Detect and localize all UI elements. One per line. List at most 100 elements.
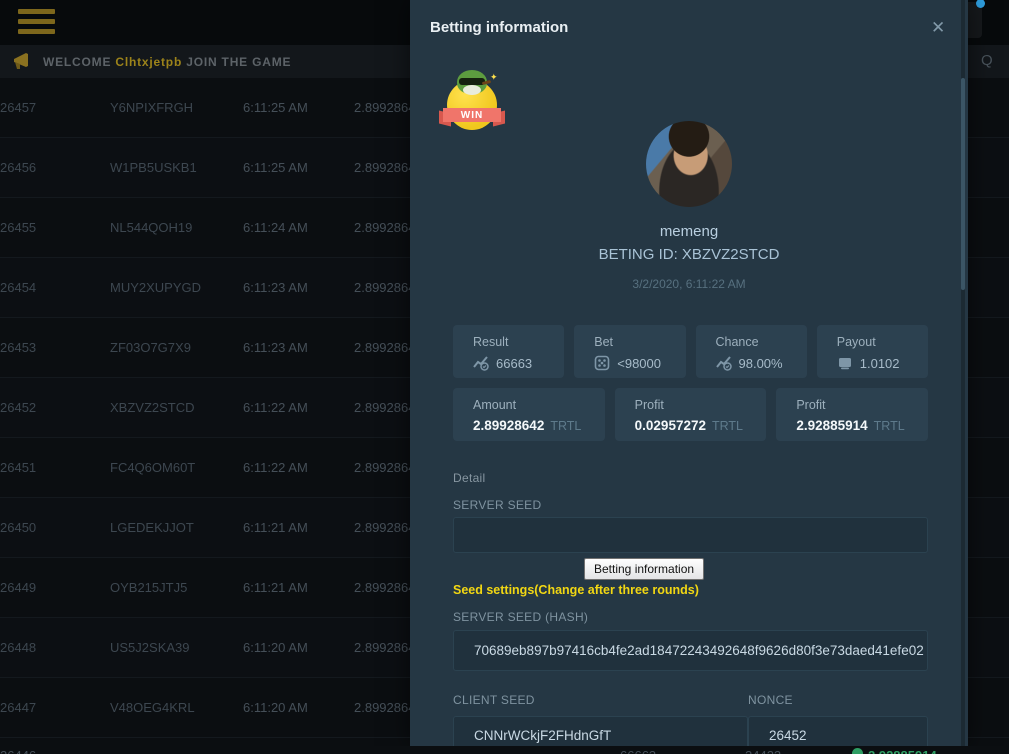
nonce-label: NONCE bbox=[748, 693, 793, 707]
bet-id-cell: 26453 bbox=[0, 340, 36, 355]
bet-time-cell: 6:11:23 AM bbox=[243, 280, 308, 295]
server-seed-hash-label: SERVER SEED (HASH) bbox=[453, 610, 588, 624]
stat-payout: Payout 1.0102 bbox=[817, 325, 928, 378]
bet-player-cell: LGEDEKJJOT bbox=[110, 520, 194, 535]
bet-datetime: 3/2/2020, 6:11:22 AM bbox=[410, 277, 968, 291]
betting-id: BETING ID: XBZVZ2STCD bbox=[410, 246, 968, 263]
bet-id-cell: 26447 bbox=[0, 700, 36, 715]
stats-row-2: Amount 2.89928642 TRTL Profit 0.02957272… bbox=[453, 388, 928, 441]
bet-id-cell: 26451 bbox=[0, 460, 36, 475]
client-seed-label: CLIENT SEED bbox=[453, 693, 535, 707]
chart-check-icon bbox=[716, 355, 732, 371]
bet-player-cell: NL544QOH19 bbox=[110, 220, 192, 235]
stat-bet: Bet <98000 bbox=[574, 325, 685, 378]
bet-player-cell: XBZVZ2STCD bbox=[110, 400, 195, 415]
bet-amount-cell: 2.8992864 bbox=[354, 700, 415, 715]
modal-title: Betting information bbox=[430, 19, 568, 36]
server-seed-input[interactable] bbox=[453, 517, 928, 553]
bet-player-cell: W1PB5USKB1 bbox=[110, 160, 197, 175]
stat-value: <98000 bbox=[617, 356, 661, 371]
currency-label: TRTL bbox=[874, 419, 905, 433]
nonce-input[interactable] bbox=[748, 716, 928, 747]
client-seed-input[interactable] bbox=[453, 716, 748, 747]
amount-value: 2.89928642 bbox=[473, 418, 544, 433]
stat-chance: Chance 98.00% bbox=[696, 325, 807, 378]
bet-time-cell: 6:11:20 AM bbox=[243, 700, 308, 715]
partial-profit: 2.92885914 bbox=[868, 748, 937, 754]
bet-player-cell: Y6NPIXFRGH bbox=[110, 100, 193, 115]
username: memeng bbox=[410, 223, 968, 240]
stat-value: 1.0102 bbox=[860, 356, 900, 371]
partial-nonce: 24422 bbox=[745, 748, 781, 754]
dice-icon bbox=[594, 355, 610, 371]
avatar[interactable] bbox=[646, 121, 732, 207]
bet-id-cell: 26455 bbox=[0, 220, 36, 235]
bet-id-cell: 26452 bbox=[0, 400, 36, 415]
hamburger-menu-icon[interactable] bbox=[18, 9, 55, 36]
win-badge: ✦ WIN bbox=[443, 70, 501, 132]
stat-profit-1: Profit 0.02957272 TRTL bbox=[615, 388, 767, 441]
bet-amount-cell: 2.8992864 bbox=[354, 280, 415, 295]
cards-icon bbox=[837, 355, 853, 371]
bet-amount-cell: 2.8992864 bbox=[354, 220, 415, 235]
stat-result: Result 66663 bbox=[453, 325, 564, 378]
stat-label: Payout bbox=[837, 335, 928, 349]
notification-dot bbox=[976, 0, 985, 8]
bet-amount-cell: 2.8992864 bbox=[354, 160, 415, 175]
app-root: WELCOME Clhtxjetpb JOIN THE GAME Q 26457… bbox=[0, 0, 1009, 754]
amount-value: 2.92885914 bbox=[796, 418, 867, 433]
win-label: WIN bbox=[461, 110, 483, 121]
close-icon[interactable]: ✕ bbox=[931, 18, 945, 38]
amount-value: 0.02957272 bbox=[635, 418, 706, 433]
stat-profit-2: Profit 2.92885914 TRTL bbox=[776, 388, 928, 441]
sparkle-icon: ✦ bbox=[490, 72, 498, 83]
bet-time-cell: 6:11:22 AM bbox=[243, 460, 308, 475]
partial-table-row: 26446 66663 24422 2.92885914 bbox=[0, 746, 1009, 754]
bet-id-cell: 26449 bbox=[0, 580, 36, 595]
currency-label: TRTL bbox=[550, 419, 581, 433]
help-q-icon[interactable]: Q bbox=[981, 52, 993, 69]
bet-time-cell: 6:11:21 AM bbox=[243, 580, 308, 595]
bet-amount-cell: 2.8992864 bbox=[354, 340, 415, 355]
bet-player-cell: US5J2SKA39 bbox=[110, 640, 190, 655]
stat-amount: Amount 2.89928642 TRTL bbox=[453, 388, 605, 441]
bet-id-cell: 26448 bbox=[0, 640, 36, 655]
server-seed-label: SERVER SEED bbox=[453, 498, 541, 512]
native-tooltip: Betting information bbox=[584, 558, 704, 580]
bet-id-cell: 26454 bbox=[0, 280, 36, 295]
stat-label: Amount bbox=[473, 398, 605, 412]
stat-label: Result bbox=[473, 335, 564, 349]
bet-time-cell: 6:11:21 AM bbox=[243, 520, 308, 535]
detail-label: Detail bbox=[453, 471, 485, 485]
bet-amount-cell: 2.8992864 bbox=[354, 460, 415, 475]
bet-amount-cell: 2.8992864 bbox=[354, 400, 415, 415]
bet-player-cell: FC4Q6OM60T bbox=[110, 460, 195, 475]
banner-username: Clhtxjetpb bbox=[115, 55, 182, 69]
bet-id-cell: 26450 bbox=[0, 520, 36, 535]
bet-player-cell: OYB215JTJ5 bbox=[110, 580, 187, 595]
stat-label: Bet bbox=[594, 335, 685, 349]
currency-label: TRTL bbox=[712, 419, 743, 433]
bet-player-cell: V48OEG4KRL bbox=[110, 700, 195, 715]
bet-player-cell: MUY2XUPYGD bbox=[110, 280, 201, 295]
server-seed-hash-input[interactable] bbox=[453, 630, 928, 671]
win-ribbon: WIN bbox=[443, 108, 501, 122]
partial-id: 26446 bbox=[0, 748, 36, 754]
stats-row-1: Result 66663 Bet bbox=[453, 325, 928, 378]
bet-amount-cell: 2.8992864 bbox=[354, 640, 415, 655]
bet-amount-cell: 2.8992864 bbox=[354, 580, 415, 595]
stat-label: Profit bbox=[635, 398, 767, 412]
stat-value: 98.00% bbox=[739, 356, 783, 371]
banner-text: WELCOME Clhtxjetpb JOIN THE GAME bbox=[43, 55, 291, 69]
banner-welcome: WELCOME bbox=[43, 55, 111, 69]
chart-check-icon bbox=[473, 355, 489, 371]
coin-icon bbox=[852, 748, 863, 754]
bet-player-cell: ZF03O7G7X9 bbox=[110, 340, 191, 355]
partial-result: 66663 bbox=[620, 748, 656, 754]
bet-time-cell: 6:11:24 AM bbox=[243, 220, 308, 235]
bet-amount-cell: 2.8992864 bbox=[354, 520, 415, 535]
bet-time-cell: 6:11:25 AM bbox=[243, 160, 308, 175]
bet-time-cell: 6:11:20 AM bbox=[243, 640, 308, 655]
bet-id-cell: 26456 bbox=[0, 160, 36, 175]
seed-settings-link[interactable]: Seed settings(Change after three rounds) bbox=[453, 583, 699, 597]
